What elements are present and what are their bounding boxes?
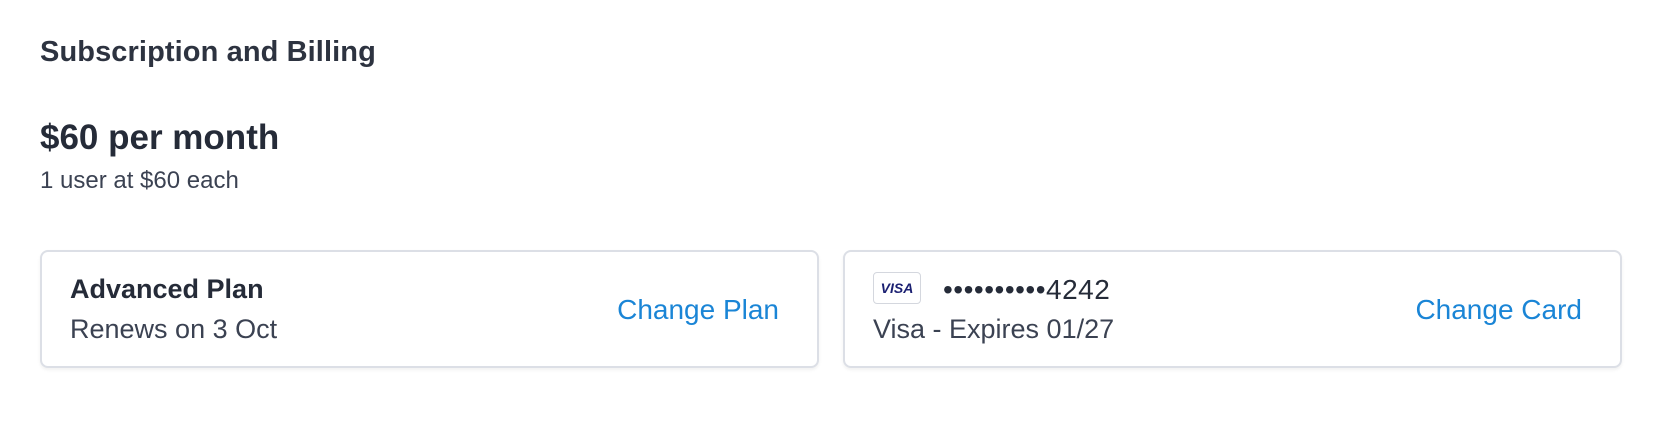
payment-card: VISA ••••••••••4242 Visa - Expires 01/27… bbox=[843, 250, 1622, 368]
plan-card: Advanced Plan Renews on 3 Oct Change Pla… bbox=[40, 250, 819, 368]
visa-logo-svg: VISA bbox=[881, 280, 914, 296]
section-title: Subscription and Billing bbox=[40, 36, 376, 68]
change-card-link[interactable]: Change Card bbox=[1415, 294, 1582, 326]
plan-renewal-date: Renews on 3 Oct bbox=[70, 314, 278, 344]
card-expiry: Visa - Expires 01/27 bbox=[873, 314, 1115, 344]
change-plan-link[interactable]: Change Plan bbox=[617, 294, 779, 326]
price-amount: $60 per month bbox=[40, 118, 280, 157]
plan-name: Advanced Plan bbox=[70, 274, 264, 304]
visa-icon: VISA bbox=[873, 272, 921, 304]
price-detail: 1 user at $60 each bbox=[40, 167, 239, 194]
visa-logo-text: VISA bbox=[881, 280, 914, 296]
masked-card-number: ••••••••••4242 bbox=[943, 274, 1111, 305]
